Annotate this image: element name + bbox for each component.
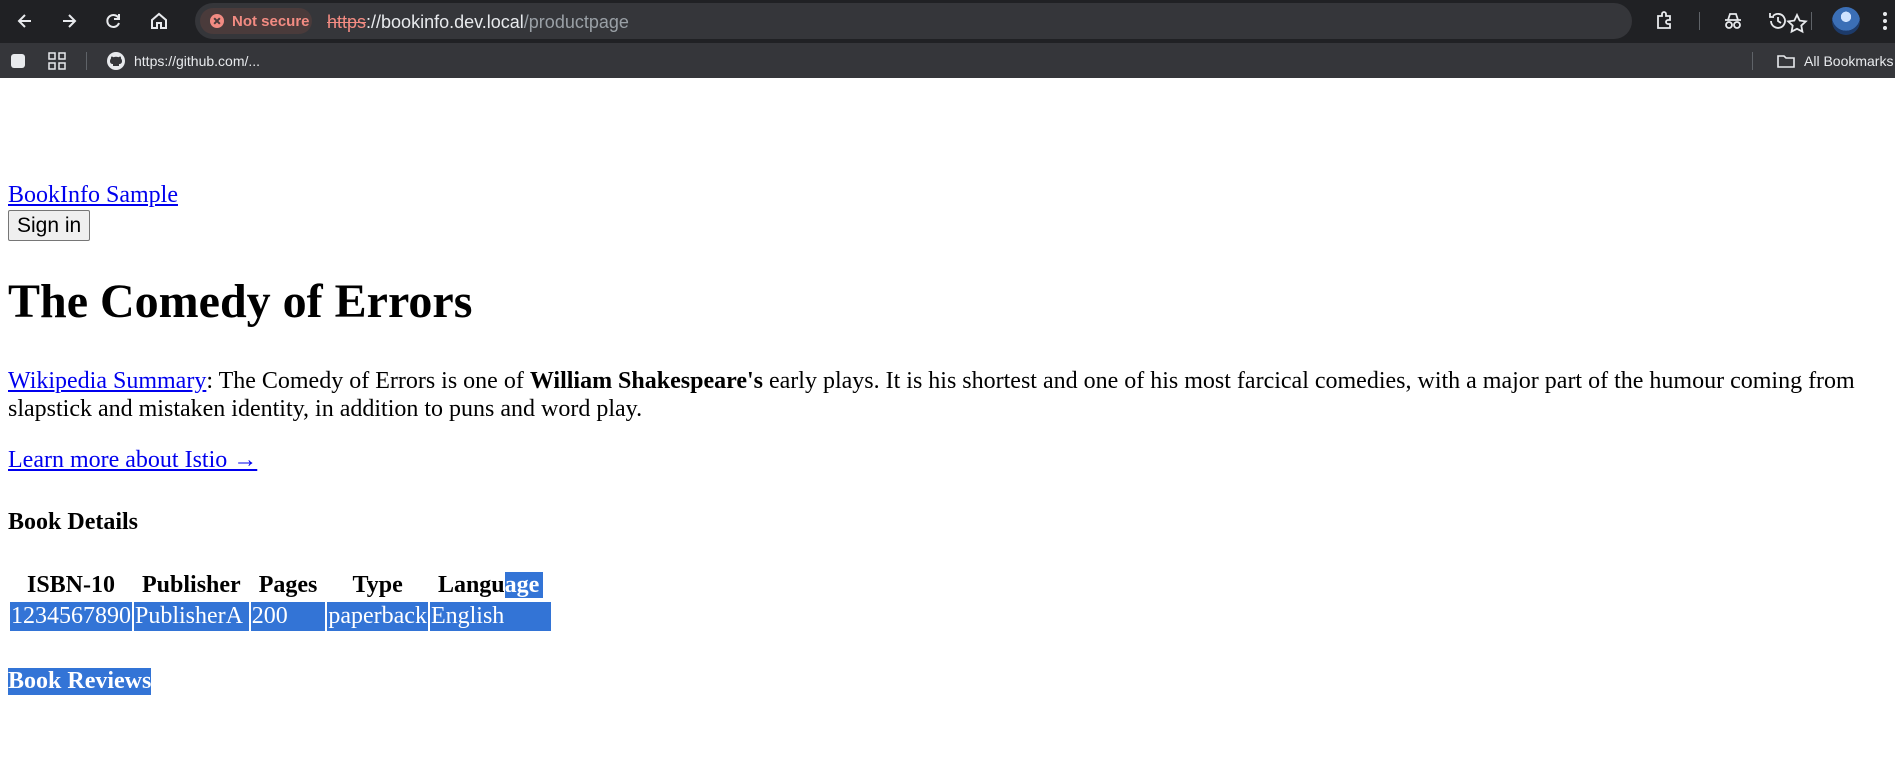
cell-publisher: PublisherA [134,602,249,631]
bookmark-divider [86,52,87,70]
book-details-heading: Book Details [8,509,139,535]
header-language-part2: age [504,572,544,598]
page-title: The Comedy of Errors [8,275,473,328]
header-isbn: ISBN-10 [26,572,116,598]
header-language-part1: Langu [437,572,505,598]
history-icon[interactable] [1766,9,1790,33]
bookmark-github-label: https://github.com/... [134,53,261,69]
book-summary: Wikipedia Summary: The Comedy of Errors … [8,367,1888,423]
not-secure-icon [210,14,224,28]
table-row: 1234567890 PublisherA 200 paperback Engl… [10,602,552,631]
header-language: Language [430,571,551,600]
back-arrow-icon[interactable] [13,9,37,33]
profile-avatar[interactable] [1832,7,1860,35]
url-host: ://bookinfo.dev.local [366,12,524,32]
folder-icon [1777,55,1795,68]
summary-text-pre: : The Comedy of Errors is one of [206,368,530,394]
cell-pages: 200 [250,602,326,631]
book-reviews-heading: Book Reviews [8,668,152,695]
github-icon [107,52,125,70]
cell-type: paperback [327,602,428,631]
bookmark-divider [1752,52,1753,70]
header-pages: Pages [258,572,318,598]
learn-istio-link[interactable]: Learn more about Istio → [8,447,257,474]
wikipedia-summary-link[interactable]: Wikipedia Summary [8,368,206,394]
all-bookmarks-label: All Bookmarks [1804,53,1894,69]
toolbar-divider [1811,12,1812,30]
cell-language: English [429,602,552,631]
bookmark-github[interactable]: https://github.com/... [106,50,260,72]
summary-author: William Shakespeare's [529,368,763,394]
sign-in-button[interactable]: Sign in [8,210,91,241]
browser-toolbar: Not secure https://bookinfo.dev.local/pr… [0,0,1895,42]
kebab-menu-icon[interactable] [1882,10,1888,32]
book-details-table: ISBN-10 Publisher Pages Type Language 12… [8,569,553,633]
reload-icon[interactable] [102,9,126,33]
brand-link[interactable]: BookInfo Sample [8,182,178,209]
table-header-row: ISBN-10 Publisher Pages Type Language [10,571,551,600]
header-type: Type [352,572,403,598]
address-bar[interactable]: Not secure https://bookinfo.dev.local/pr… [195,3,1808,39]
all-bookmarks-button[interactable]: All Bookmarks [1776,50,1893,72]
url-path: /productpage [523,12,629,32]
bookmarks-bar: https://github.com/... All Bookmarks [0,42,1895,78]
home-icon[interactable] [147,9,171,33]
extensions-icon[interactable] [1653,9,1677,33]
header-publisher: Publisher [142,572,241,598]
toolbar-divider [1699,12,1700,30]
security-label: Not secure [232,12,310,30]
url-scheme: https [327,12,367,32]
forward-arrow-icon[interactable] [57,9,81,33]
incognito-icon[interactable] [1721,9,1745,33]
cell-isbn: 1234567890 [10,602,132,631]
security-indicator[interactable]: Not secure [200,8,312,34]
url-text[interactable]: https://bookinfo.dev.local/productpage [327,12,629,33]
apps-grid-icon[interactable] [47,51,67,71]
tab-search-icon[interactable] [8,51,28,71]
